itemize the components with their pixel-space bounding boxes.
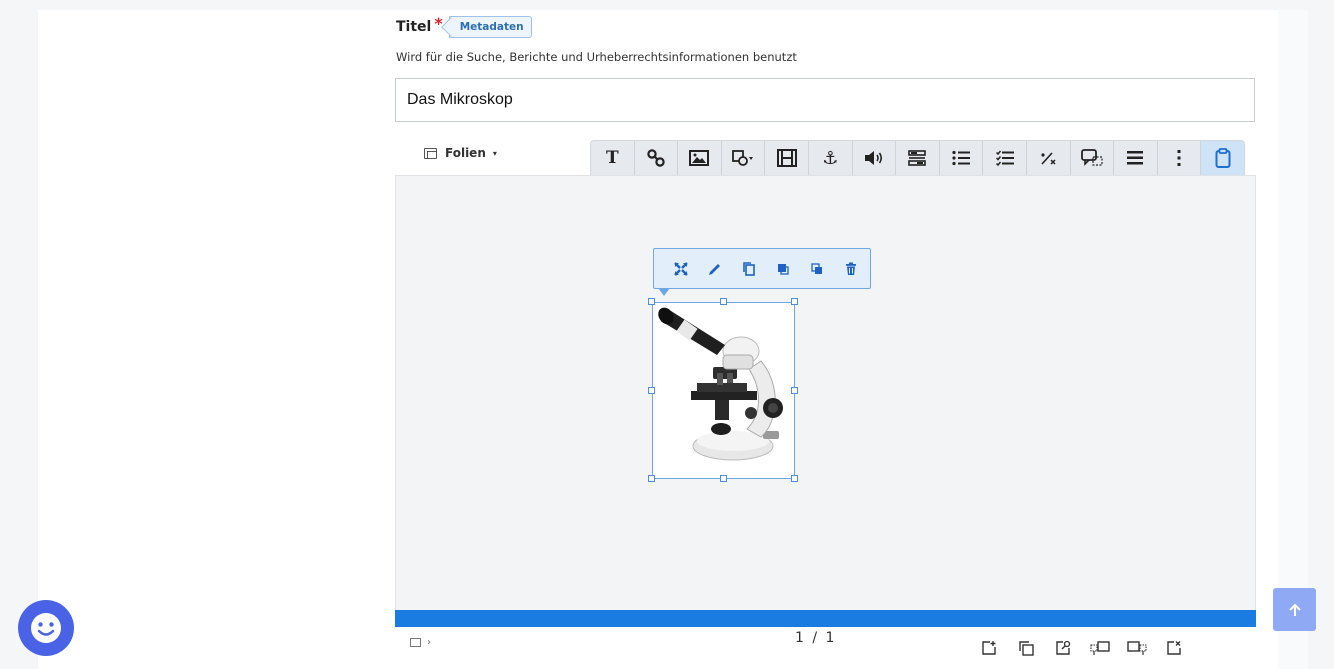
copy-icon: [743, 261, 755, 276]
link-tool-button[interactable]: [635, 141, 679, 175]
move-slide-left-icon: [1089, 641, 1110, 655]
resize-handle-se[interactable]: [791, 475, 798, 482]
delete-icon: [846, 262, 856, 275]
delete-button[interactable]: [834, 262, 868, 276]
add-slide-icon: [981, 641, 996, 655]
copy-button[interactable]: [732, 261, 766, 276]
link-icon: [647, 149, 665, 167]
chevron-right-icon: ›: [427, 637, 431, 648]
slider-tool-button[interactable]: [896, 141, 940, 175]
slide-actions: [970, 640, 1192, 656]
resize-handle-w[interactable]: [648, 387, 655, 394]
move-slide-left-button[interactable]: [1081, 640, 1118, 656]
metadata-tag-label: Metadaten: [459, 21, 524, 33]
resize-handle-n[interactable]: [720, 298, 727, 305]
element-context-toolbar: [653, 248, 871, 296]
fullscreen-icon: [674, 261, 688, 276]
title-label-row: Titel * Metadaten: [396, 13, 532, 38]
slide-progress-bar: [395, 610, 1256, 627]
speech-bubble-icon: [1080, 149, 1103, 166]
text-icon: T: [605, 148, 619, 168]
text-tool-button[interactable]: T: [591, 141, 635, 175]
required-indicator: *: [434, 13, 443, 33]
fraction-icon: [1041, 152, 1056, 165]
microscope-image: [658, 307, 783, 461]
slides-menu-button[interactable]: Folien ▾: [424, 146, 497, 160]
send-to-back-icon: [811, 262, 822, 274]
right-margin: [1278, 10, 1308, 669]
list-tool-button[interactable]: [940, 141, 984, 175]
anchor-icon: ⚓: [822, 147, 839, 169]
slider-icon: [908, 150, 927, 166]
duplicate-slide-icon: [1018, 641, 1034, 656]
title-label: Titel: [396, 19, 432, 35]
page-indicator: 1 / 1: [795, 630, 837, 646]
shape-tool-button[interactable]: [722, 141, 766, 175]
send-to-back-button[interactable]: [800, 262, 834, 275]
clipboard-icon: [1215, 148, 1231, 168]
bring-to-front-button[interactable]: [766, 263, 800, 275]
delete-slide-button[interactable]: [1155, 640, 1192, 656]
metadata-tag[interactable]: Metadaten: [448, 16, 532, 38]
menu-icon: [1127, 151, 1144, 165]
slide-settings-button[interactable]: [1044, 640, 1081, 656]
fullscreen-button[interactable]: [664, 261, 698, 276]
slide-settings-icon: [1055, 640, 1070, 655]
title-hint: Wird für die Suche, Berichte und Urheber…: [396, 50, 797, 64]
image-icon: [689, 150, 710, 166]
move-slide-right-icon: [1126, 641, 1147, 655]
edit-pencil-icon: [709, 263, 720, 275]
resize-handle-sw[interactable]: [648, 475, 655, 482]
slides-menu-label: Folien: [445, 146, 486, 160]
speech-bubble-tool-button[interactable]: [1071, 141, 1115, 175]
resize-handle-e[interactable]: [791, 387, 798, 394]
chevron-down-icon: ▾: [492, 148, 497, 158]
more-tool-button[interactable]: [1158, 141, 1202, 175]
move-slide-right-button[interactable]: [1118, 640, 1155, 656]
bring-to-front-icon: [778, 263, 789, 275]
chat-support-button[interactable]: [18, 600, 74, 656]
slide-canvas[interactable]: [395, 175, 1256, 611]
duplicate-slide-button[interactable]: [1007, 640, 1044, 656]
add-slide-button[interactable]: [970, 640, 1007, 656]
arrow-up-icon: [1288, 603, 1301, 616]
video-tool-button[interactable]: [765, 141, 809, 175]
checklist-icon: [995, 150, 1014, 166]
smiley-icon: [31, 613, 61, 643]
resize-handle-ne[interactable]: [791, 298, 798, 305]
shape-icon: [732, 150, 754, 166]
editor-toolbar: T ⚓: [590, 140, 1245, 175]
title-input[interactable]: [395, 78, 1255, 122]
slides-icon: [424, 147, 437, 159]
slides-icon: [410, 638, 421, 647]
scroll-to-top-button[interactable]: [1273, 588, 1316, 631]
clipboard-tool-button[interactable]: [1201, 141, 1244, 175]
menu-tool-button[interactable]: [1114, 141, 1158, 175]
video-icon: [776, 149, 797, 167]
edit-button[interactable]: [698, 262, 732, 276]
checklist-tool-button[interactable]: [983, 141, 1027, 175]
delete-slide-icon: [1166, 641, 1181, 655]
list-icon: [952, 150, 971, 166]
slides-navigator-button[interactable]: ›: [410, 637, 431, 648]
more-vertical-icon: [1177, 150, 1181, 166]
audio-tool-button[interactable]: [853, 141, 897, 175]
audio-icon: [864, 151, 882, 165]
anchor-tool-button[interactable]: ⚓: [809, 141, 853, 175]
resize-handle-s[interactable]: [720, 475, 727, 482]
resize-handle-nw[interactable]: [648, 298, 655, 305]
image-tool-button[interactable]: [678, 141, 722, 175]
fraction-tool-button[interactable]: [1027, 141, 1071, 175]
selected-image-frame[interactable]: [652, 302, 795, 479]
